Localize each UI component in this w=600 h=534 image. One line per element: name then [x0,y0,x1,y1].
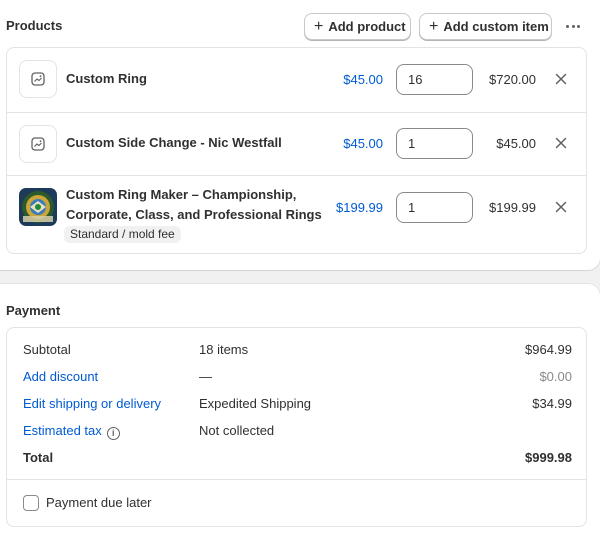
line-total: $720.00 [489,72,536,87]
tax-detail: Not collected [199,423,275,438]
remove-item-close-icon[interactable] [550,196,572,218]
more-actions-icon[interactable] [562,16,584,36]
remove-item-close-icon[interactable] [550,68,572,90]
quantity-input[interactable] [396,192,473,223]
add-custom-item-label: Add custom item [443,19,549,34]
estimated-tax: Estimated tax i [23,422,120,440]
total-label: Total [23,450,54,465]
remove-item-close-icon[interactable] [550,132,572,154]
payment-due-later-label[interactable]: Payment due later [46,495,152,510]
shipping-method: Expedited Shipping [199,396,312,411]
shipping-row: Edit shipping or delivery Expedited Ship… [23,395,572,413]
product-name: Custom Ring Maker – Championship, Corpor… [66,185,322,225]
product-name-line-2: Corporate, Class, and Professional Rings [66,207,322,222]
total-amount: $999.98 [525,450,572,465]
discount-row: Add discount — $0.00 [23,368,572,386]
variant-badge: Standard / mold fee [64,226,181,243]
products-card: Products + Add product + Add custom item… [0,0,600,270]
line-item: Custom Ring $45.00 $720.00 [7,48,586,112]
add-product-button[interactable]: + Add product [304,13,411,40]
subtotal-amount: $964.99 [525,342,572,357]
estimated-tax-link[interactable]: Estimated tax [23,423,102,438]
subtotal-label: Subtotal [23,342,71,357]
total-row: Total $999.98 [23,449,572,467]
ring-product-photo [19,188,57,226]
plus-icon: + [429,17,439,35]
divider [7,479,586,480]
payment-title: Payment [6,303,61,318]
product-name-line-1: Custom Ring Maker – Championship, [66,187,297,202]
line-total: $199.99 [489,200,536,215]
add-discount-link[interactable]: Add discount [23,368,98,386]
info-icon[interactable]: i [106,427,120,440]
shipping-amount: $34.99 [532,396,572,411]
products-title: Products [6,18,63,33]
line-item: Custom Side Change - Nic Westfall $45.00… [7,112,586,175]
subtotal-items: 18 items [199,342,249,357]
product-price-link[interactable]: $45.00 [343,136,383,151]
product-name: Custom Side Change - Nic Westfall [66,135,282,150]
add-custom-item-button[interactable]: + Add custom item [419,13,552,40]
product-price-link[interactable]: $199.99 [336,200,383,215]
subtotal-row: Subtotal 18 items $964.99 [23,341,572,359]
product-price-link[interactable]: $45.00 [343,72,383,87]
plus-icon: + [314,17,324,35]
product-name: Custom Ring [66,71,147,86]
line-item: Custom Ring Maker – Championship, Corpor… [7,175,586,253]
line-items-list: Custom Ring $45.00 $720.00 Custom Side C… [6,47,587,254]
discount-amount: $0.00 [539,369,572,384]
edit-shipping-link[interactable]: Edit shipping or delivery [23,395,161,413]
payment-summary: Subtotal 18 items $964.99 Add discount —… [6,327,587,527]
payment-due-later-checkbox[interactable] [23,495,39,511]
add-product-label: Add product [328,19,406,34]
payment-card: Payment Subtotal 18 items $964.99 Add di… [0,284,600,534]
line-total: $45.00 [496,136,536,151]
quantity-input[interactable] [396,64,473,95]
image-placeholder-icon [19,125,57,163]
tax-row: Estimated tax i Not collected [23,422,572,440]
quantity-input[interactable] [396,128,473,159]
discount-detail: — [199,369,212,384]
image-placeholder-icon [19,60,57,98]
